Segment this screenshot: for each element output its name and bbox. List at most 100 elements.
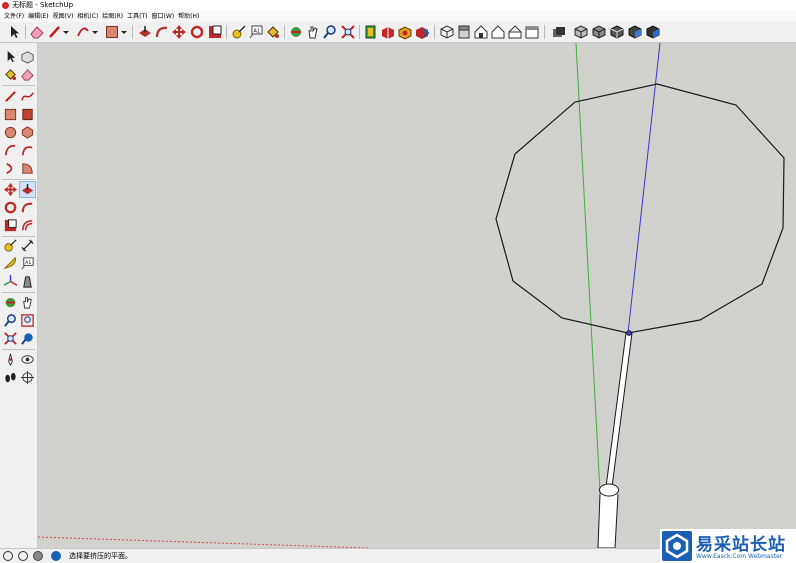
pan-icon[interactable] — [20, 295, 35, 310]
walk-icon[interactable] — [3, 370, 18, 385]
dropdown-arrow-icon[interactable] — [91, 24, 99, 40]
zoom-extents-icon[interactable] — [3, 331, 18, 346]
line-handle[interactable] — [605, 332, 633, 488]
watermark-overlay: 易采站长站 Www.Easck.Com Webmaster — [660, 529, 796, 563]
iso-view-icon[interactable] — [439, 24, 455, 40]
rotated-rectangle-icon[interactable] — [20, 107, 35, 122]
menu-camera[interactable]: 相机(C) — [77, 11, 102, 22]
svg-text:A1: A1 — [25, 260, 31, 266]
extrusion-cylinder[interactable] — [597, 493, 619, 548]
scale-icon[interactable] — [3, 218, 18, 233]
red-axis — [38, 536, 369, 548]
zoom-icon[interactable] — [3, 313, 18, 328]
extension-warehouse-icon[interactable] — [397, 24, 413, 40]
geo-location-icon[interactable] — [51, 551, 61, 561]
front-view-icon[interactable] — [473, 24, 489, 40]
follow-me-icon[interactable] — [20, 200, 35, 215]
dropdown-arrow-icon[interactable] — [62, 24, 70, 40]
toolbar-separator — [434, 25, 435, 39]
axes-icon[interactable] — [3, 274, 18, 289]
component-icon[interactable] — [20, 49, 35, 64]
help-icon[interactable] — [3, 551, 13, 561]
line-icon[interactable] — [3, 89, 18, 104]
eraser-icon[interactable] — [20, 67, 35, 82]
rectangle-icon[interactable] — [3, 107, 18, 122]
cylinder-top-face[interactable] — [599, 483, 619, 497]
position-camera-icon[interactable] — [3, 352, 18, 367]
select-icon[interactable] — [6, 24, 22, 40]
right-view-icon[interactable] — [490, 24, 506, 40]
scene-canvas[interactable] — [38, 43, 796, 548]
freehand-icon[interactable] — [20, 89, 35, 104]
orbit-icon[interactable] — [288, 24, 304, 40]
pencil-icon[interactable] — [47, 24, 63, 40]
menu-file[interactable]: 文件(F) — [4, 11, 28, 22]
rectangle-icon[interactable] — [104, 24, 120, 40]
textured-style-icon[interactable] — [627, 24, 643, 40]
text-icon[interactable]: A1 — [20, 256, 35, 271]
move-icon[interactable] — [3, 182, 18, 197]
palette-separator — [2, 85, 35, 86]
dropdown-arrow-icon[interactable] — [120, 24, 128, 40]
push-pull-icon[interactable] — [19, 181, 36, 198]
two-point-arc-icon[interactable] — [20, 143, 35, 158]
polygon-icon[interactable] — [20, 125, 35, 140]
paint-bucket-icon[interactable] — [3, 67, 18, 82]
endpoint-marker — [626, 330, 632, 336]
3d-text-icon[interactable] — [20, 274, 35, 289]
polygon-face[interactable] — [495, 83, 785, 334]
follow-me-icon[interactable] — [154, 24, 170, 40]
hidden-line-style-icon[interactable] — [591, 24, 607, 40]
rotate-icon[interactable] — [189, 24, 205, 40]
green-axis — [575, 43, 604, 548]
left-view-icon[interactable] — [524, 24, 540, 40]
menu-edit[interactable]: 编辑(E) — [28, 11, 52, 22]
monochrome-style-icon[interactable] — [645, 24, 661, 40]
move-icon[interactable] — [171, 24, 187, 40]
eraser-icon[interactable] — [29, 24, 45, 40]
rotate-icon[interactable] — [3, 200, 18, 215]
wireframe-style-icon[interactable] — [573, 24, 589, 40]
select-icon[interactable] — [3, 49, 18, 64]
zoom-icon[interactable] — [322, 24, 338, 40]
tape-measure-icon[interactable] — [3, 238, 18, 253]
share-model-icon[interactable] — [414, 24, 430, 40]
menu-view[interactable]: 视图(V) — [53, 11, 78, 22]
xray-style-icon[interactable] — [551, 24, 567, 40]
tape-measure-icon[interactable] — [231, 24, 247, 40]
3d-warehouse-icon[interactable] — [380, 24, 396, 40]
previous-view-icon[interactable] — [20, 331, 35, 346]
shaded-style-icon[interactable] — [609, 24, 625, 40]
menu-help[interactable]: 帮助(H) — [178, 11, 203, 22]
protractor-icon[interactable] — [3, 256, 18, 271]
toolbar-separator — [359, 25, 360, 39]
model-viewport[interactable] — [38, 43, 796, 548]
zoom-extents-icon[interactable] — [340, 24, 356, 40]
circle-icon[interactable] — [3, 125, 18, 140]
section-plane-icon[interactable] — [20, 370, 35, 385]
back-view-icon[interactable] — [507, 24, 523, 40]
zoom-window-icon[interactable] — [20, 313, 35, 328]
top-view-icon[interactable] — [456, 24, 472, 40]
info-icon[interactable] — [18, 551, 28, 561]
paint-bucket-icon[interactable] — [265, 24, 281, 40]
arc-icon[interactable] — [75, 24, 91, 40]
window-title: 无标题 - SketchUp — [12, 1, 74, 9]
scale-icon[interactable] — [207, 24, 223, 40]
orbit-icon[interactable] — [3, 295, 18, 310]
push-pull-icon[interactable] — [137, 24, 153, 40]
dimension-icon[interactable] — [20, 238, 35, 253]
components-icon[interactable] — [363, 24, 379, 40]
look-around-icon[interactable] — [20, 352, 35, 367]
menu-draw[interactable]: 绘图(R) — [102, 11, 127, 22]
arc-icon[interactable] — [3, 143, 18, 158]
title-bar: 无标题 - SketchUp — [0, 0, 796, 11]
three-point-arc-icon[interactable] — [3, 161, 18, 176]
pan-icon[interactable] — [305, 24, 321, 40]
user-icon[interactable] — [33, 551, 43, 561]
offset-icon[interactable] — [20, 218, 35, 233]
text-icon[interactable]: A1 — [248, 24, 264, 40]
menu-window[interactable]: 窗口(W) — [152, 11, 179, 22]
menu-tools[interactable]: 工具(T) — [127, 11, 151, 22]
pie-icon[interactable] — [20, 161, 35, 176]
